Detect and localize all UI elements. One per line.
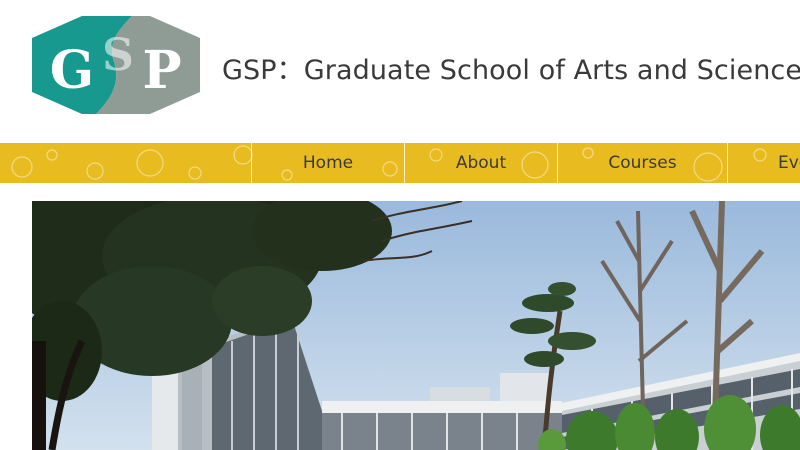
logo-letter-p: P <box>142 40 181 101</box>
site-title: GSP：Graduate School of Arts and Sciences… <box>222 55 800 86</box>
logo-letter-s: S <box>102 30 134 81</box>
main-nav: Home About Courses Eve <box>0 143 800 183</box>
middle-building <box>322 401 562 450</box>
nav-courses[interactable]: Courses <box>557 143 727 183</box>
nav-events[interactable]: Eve <box>727 143 800 183</box>
nav-about[interactable]: About <box>404 143 557 183</box>
gsp-logo[interactable]: G S P <box>30 10 202 120</box>
logo-graphic: G S P <box>32 16 200 114</box>
hero-campus-photo <box>32 201 800 450</box>
logo-letter-g: G <box>50 40 94 101</box>
nav-home[interactable]: Home <box>251 143 404 183</box>
campus-photo <box>32 201 800 450</box>
distant-tower <box>500 373 552 405</box>
